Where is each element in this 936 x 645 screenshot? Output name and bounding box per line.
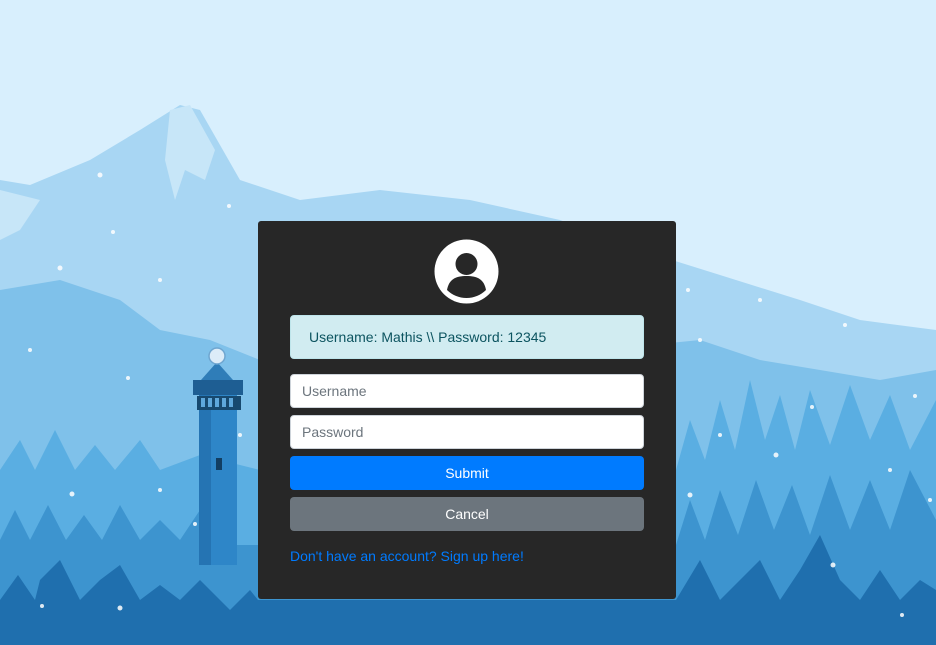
user-circle-icon — [434, 239, 499, 304]
lighthouse — [193, 347, 243, 565]
password-input[interactable] — [290, 415, 644, 449]
login-card: Username: Mathis \\ Password: 12345 Subm… — [258, 221, 676, 599]
credentials-hint-alert: Username: Mathis \\ Password: 12345 — [290, 315, 644, 359]
signup-link[interactable]: Don't have an account? Sign up here! — [290, 548, 524, 564]
submit-button[interactable]: Submit — [290, 456, 644, 490]
username-input[interactable] — [290, 374, 644, 408]
cancel-button[interactable]: Cancel — [290, 497, 644, 531]
